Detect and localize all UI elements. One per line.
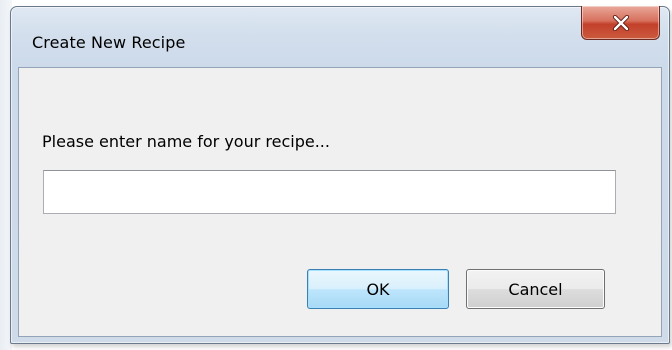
close-button[interactable] bbox=[581, 6, 660, 40]
ok-button[interactable]: OK bbox=[307, 269, 449, 309]
close-icon bbox=[612, 14, 630, 31]
title-bar[interactable]: Create New Recipe bbox=[11, 6, 669, 67]
recipe-name-prompt: Please enter name for your recipe... bbox=[42, 132, 330, 151]
cancel-button[interactable]: Cancel bbox=[466, 269, 605, 309]
ok-button-label: OK bbox=[366, 279, 390, 299]
cancel-button-label: Cancel bbox=[508, 279, 563, 299]
dialog-title: Create New Recipe bbox=[32, 33, 186, 52]
desktop: Create New Recipe Please enter name for … bbox=[0, 0, 672, 350]
recipe-name-input[interactable] bbox=[43, 170, 616, 214]
